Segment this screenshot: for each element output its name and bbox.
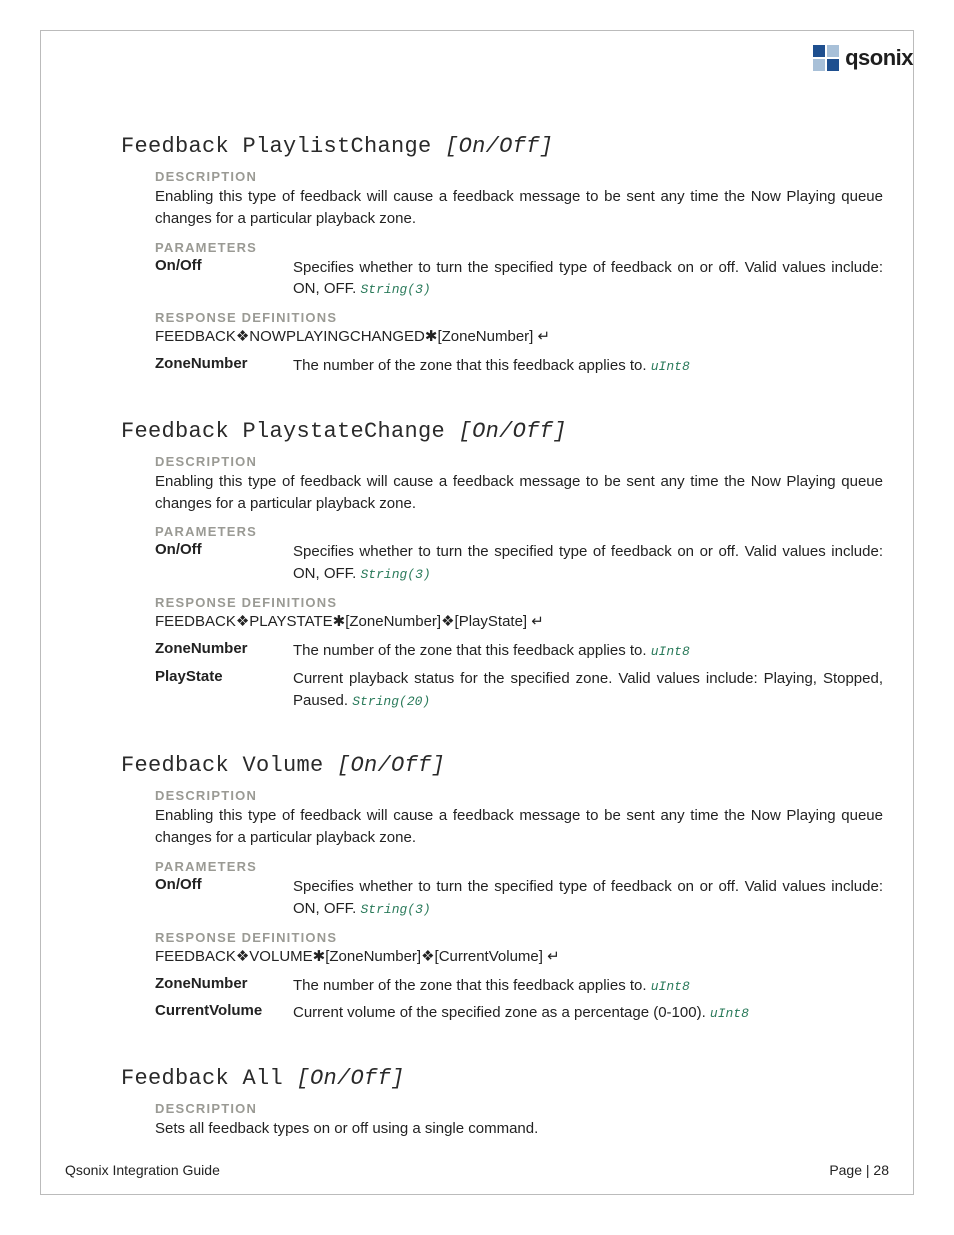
type-annotation: uInt8 bbox=[651, 359, 690, 374]
response-param-row: ZoneNumberThe number of the zone that th… bbox=[155, 975, 883, 997]
parameter-name: On/Off bbox=[155, 541, 293, 585]
response-definitions-label: RESPONSE DEFINITIONS bbox=[155, 595, 883, 610]
parameters-label: PARAMETERS bbox=[155, 859, 883, 874]
command-title: Feedback All [On/Off] bbox=[121, 1066, 883, 1091]
parameter-desc: Specifies whether to turn the specified … bbox=[293, 876, 883, 920]
parameter-name: On/Off bbox=[155, 257, 293, 301]
type-annotation: String(3) bbox=[361, 567, 431, 582]
type-annotation: uInt8 bbox=[651, 979, 690, 994]
command-section: Feedback Volume [On/Off] DESCRIPTION Enabl… bbox=[121, 753, 883, 1024]
command-name: Feedback All bbox=[121, 1066, 297, 1091]
section-body: DESCRIPTION Enabling this type of feedbac… bbox=[155, 788, 883, 1024]
response-definitions-label: RESPONSE DEFINITIONS bbox=[155, 310, 883, 325]
command-title: Feedback Volume [On/Off] bbox=[121, 753, 883, 778]
response-param-desc: The number of the zone that this feedbac… bbox=[293, 355, 883, 377]
description-label: DESCRIPTION bbox=[155, 169, 883, 184]
command-section: Feedback PlaystateChange [On/Off] DESCRIP… bbox=[121, 419, 883, 712]
section-body: DESCRIPTION Sets all feedback types on or… bbox=[155, 1101, 883, 1140]
response-param-desc: The number of the zone that this feedbac… bbox=[293, 640, 883, 662]
page-footer: Qsonix Integration Guide Page | 28 bbox=[65, 1162, 889, 1178]
section-body: DESCRIPTION Enabling this type of feedbac… bbox=[155, 169, 883, 377]
parameters-label: PARAMETERS bbox=[155, 240, 883, 255]
response-param-row: ZoneNumberThe number of the zone that th… bbox=[155, 355, 883, 377]
parameter-row: On/OffSpecifies whether to turn the spec… bbox=[155, 541, 883, 585]
response-param-name: ZoneNumber bbox=[155, 355, 293, 377]
type-annotation: String(3) bbox=[361, 902, 431, 917]
response-param-row: PlayStateCurrent playback status for the… bbox=[155, 668, 883, 712]
command-title: Feedback PlaylistChange [On/Off] bbox=[121, 134, 883, 159]
description-label: DESCRIPTION bbox=[155, 454, 883, 469]
description-label: DESCRIPTION bbox=[155, 1101, 883, 1116]
logo-icon bbox=[813, 45, 839, 71]
description-text: Enabling this type of feedback will caus… bbox=[155, 186, 883, 230]
footer-right: Page | 28 bbox=[829, 1162, 889, 1178]
command-title: Feedback PlaystateChange [On/Off] bbox=[121, 419, 883, 444]
response-param-name: ZoneNumber bbox=[155, 640, 293, 662]
command-section: Feedback PlaylistChange [On/Off] DESCRIPT… bbox=[121, 134, 883, 377]
response-format: FEEDBACK❖VOLUME✱[ZoneNumber]❖[CurrentVol… bbox=[155, 947, 883, 965]
description-text: Sets all feedback types on or off using … bbox=[155, 1118, 883, 1140]
command-name: Feedback PlaystateChange bbox=[121, 419, 459, 444]
response-format: FEEDBACK❖PLAYSTATE✱[ZoneNumber]❖[PlaySta… bbox=[155, 612, 883, 630]
description-label: DESCRIPTION bbox=[155, 788, 883, 803]
command-name: Feedback Volume bbox=[121, 753, 337, 778]
parameter-desc: Specifies whether to turn the specified … bbox=[293, 541, 883, 585]
type-annotation: String(3) bbox=[361, 282, 431, 297]
description-text: Enabling this type of feedback will caus… bbox=[155, 805, 883, 849]
section-body: DESCRIPTION Enabling this type of feedbac… bbox=[155, 454, 883, 712]
parameter-row: On/OffSpecifies whether to turn the spec… bbox=[155, 876, 883, 920]
response-param-desc: The number of the zone that this feedbac… bbox=[293, 975, 883, 997]
page-frame: qsonix Feedback PlaylistChange [On/Off] D… bbox=[40, 30, 914, 1195]
footer-left: Qsonix Integration Guide bbox=[65, 1162, 220, 1178]
response-param-name: PlayState bbox=[155, 668, 293, 712]
parameters-label: PARAMETERS bbox=[155, 524, 883, 539]
command-arg: [On/Off] bbox=[337, 753, 445, 778]
parameter-name: On/Off bbox=[155, 876, 293, 920]
type-annotation: String(20) bbox=[352, 694, 430, 709]
command-arg: [On/Off] bbox=[445, 134, 553, 159]
command-section: Feedback All [On/Off] DESCRIPTION Sets all… bbox=[121, 1066, 883, 1140]
response-param-row: CurrentVolumeCurrent volume of the speci… bbox=[155, 1002, 883, 1024]
response-param-desc: Current playback status for the specifie… bbox=[293, 668, 883, 712]
parameter-desc: Specifies whether to turn the specified … bbox=[293, 257, 883, 301]
response-format: FEEDBACK❖NOWPLAYINGCHANGED✱[ZoneNumber] … bbox=[155, 327, 883, 345]
description-text: Enabling this type of feedback will caus… bbox=[155, 471, 883, 515]
command-arg: [On/Off] bbox=[459, 419, 567, 444]
type-annotation: uInt8 bbox=[651, 644, 690, 659]
type-annotation: uInt8 bbox=[710, 1006, 749, 1021]
content-area: Feedback PlaylistChange [On/Off] DESCRIPT… bbox=[121, 49, 883, 1140]
document-page: qsonix Feedback PlaylistChange [On/Off] D… bbox=[0, 0, 954, 1235]
brand-logo: qsonix bbox=[813, 45, 913, 71]
response-param-desc: Current volume of the specified zone as … bbox=[293, 1002, 883, 1024]
command-arg: [On/Off] bbox=[297, 1066, 405, 1091]
parameter-row: On/OffSpecifies whether to turn the spec… bbox=[155, 257, 883, 301]
response-param-name: CurrentVolume bbox=[155, 1002, 293, 1024]
command-name: Feedback PlaylistChange bbox=[121, 134, 445, 159]
response-definitions-label: RESPONSE DEFINITIONS bbox=[155, 930, 883, 945]
brand-name: qsonix bbox=[845, 45, 913, 71]
response-param-row: ZoneNumberThe number of the zone that th… bbox=[155, 640, 883, 662]
response-param-name: ZoneNumber bbox=[155, 975, 293, 997]
